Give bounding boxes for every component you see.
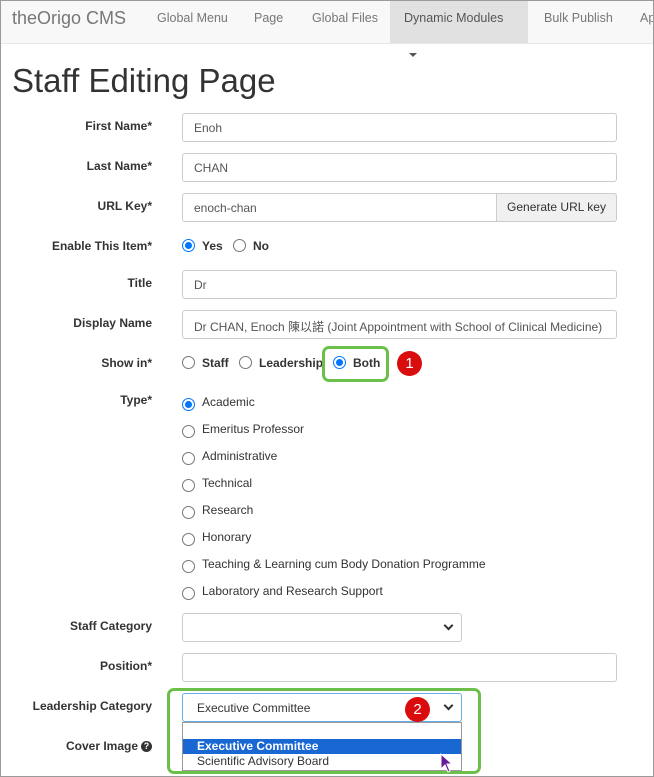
type-teaching-learning-radio[interactable] (182, 560, 195, 573)
staff-category-select[interactable] (182, 613, 462, 642)
first-name-label: First Name* (85, 119, 152, 133)
type-academic-radio[interactable] (182, 398, 195, 411)
show-in-staff-radio[interactable] (182, 356, 195, 369)
enable-item-label: Enable This Item* (51, 239, 152, 253)
type-research-label[interactable]: Research (202, 503, 253, 517)
show-in-label: Show in* (101, 356, 152, 370)
nav-bulk-publish[interactable]: Bulk Publish (530, 0, 627, 43)
enable-no-radio[interactable] (233, 239, 246, 252)
type-emeritus-label[interactable]: Emeritus Professor (202, 422, 304, 436)
annotation-badge-2: 2 (405, 697, 430, 722)
staff-category-label: Staff Category (69, 619, 152, 633)
mouse-pointer-icon (440, 753, 454, 773)
type-emeritus-radio[interactable] (182, 425, 195, 438)
enable-yes-label[interactable]: Yes (202, 239, 223, 253)
caret-down-icon (409, 52, 417, 57)
type-administrative-radio[interactable] (182, 452, 195, 465)
enable-yes-radio[interactable] (182, 239, 195, 252)
title-label: Title (127, 276, 152, 290)
leadership-category-label: Leadership Category (32, 699, 152, 713)
type-technical-label[interactable]: Technical (202, 476, 252, 490)
help-icon[interactable]: ? (141, 741, 152, 752)
enable-no-label[interactable]: No (253, 239, 269, 253)
last-name-label: Last Name* (86, 159, 152, 173)
position-label: Position* (99, 659, 152, 673)
highlight-box-2 (167, 688, 481, 774)
type-lab-research-support-radio[interactable] (182, 587, 195, 600)
display-name-input[interactable]: Dr CHAN, Enoch 陳以諾 (Joint Appointment wi… (182, 310, 617, 339)
type-teaching-learning-label[interactable]: Teaching & Learning cum Body Donation Pr… (202, 557, 486, 571)
type-administrative-label[interactable]: Administrative (202, 449, 277, 463)
type-honorary-label[interactable]: Honorary (202, 530, 251, 544)
show-in-staff-label[interactable]: Staff (202, 356, 229, 370)
last-name-input[interactable]: CHAN (182, 153, 617, 182)
url-key-group: enoch-chan Generate URL key (182, 193, 617, 222)
position-input[interactable] (182, 653, 617, 682)
title-input[interactable]: Dr (182, 270, 617, 299)
show-in-leadership-label[interactable]: Leadership (259, 356, 323, 370)
nav-page[interactable]: Page (240, 0, 297, 43)
type-label: Type* (120, 393, 152, 407)
cover-image-label-text: Cover Image (65, 739, 138, 753)
top-navbar: theOrigo CMS Global Menu Page Global Fil… (0, 0, 654, 57)
nav-more-truncated[interactable]: Ap (626, 0, 654, 43)
annotation-badge-1: 1 (397, 351, 422, 376)
display-name-label: Display Name (73, 316, 152, 330)
url-key-input[interactable]: enoch-chan (182, 193, 497, 222)
type-research-radio[interactable] (182, 506, 195, 519)
brand-logo[interactable]: theOrigo CMS (12, 8, 126, 29)
chevron-down-icon (443, 620, 454, 631)
nav-dynamic-modules-label: Dynamic Modules (404, 11, 504, 25)
type-academic-label[interactable]: Academic (202, 395, 255, 409)
nav-global-menu[interactable]: Global Menu (143, 0, 242, 43)
generate-url-key-button[interactable]: Generate URL key (496, 193, 617, 222)
type-honorary-radio[interactable] (182, 533, 195, 546)
nav-global-files[interactable]: Global Files (298, 0, 392, 43)
show-in-leadership-radio[interactable] (239, 356, 252, 369)
first-name-input[interactable]: Enoh (182, 113, 617, 142)
page-title: Staff Editing Page (12, 62, 276, 99)
nav-dynamic-modules[interactable]: Dynamic Modules (390, 0, 528, 57)
highlight-box-1 (322, 346, 389, 382)
cover-image-label: Cover Image? (66, 739, 152, 753)
url-key-label: URL Key* (97, 199, 152, 213)
type-technical-radio[interactable] (182, 479, 195, 492)
type-lab-research-support-label[interactable]: Laboratory and Research Support (202, 584, 383, 598)
